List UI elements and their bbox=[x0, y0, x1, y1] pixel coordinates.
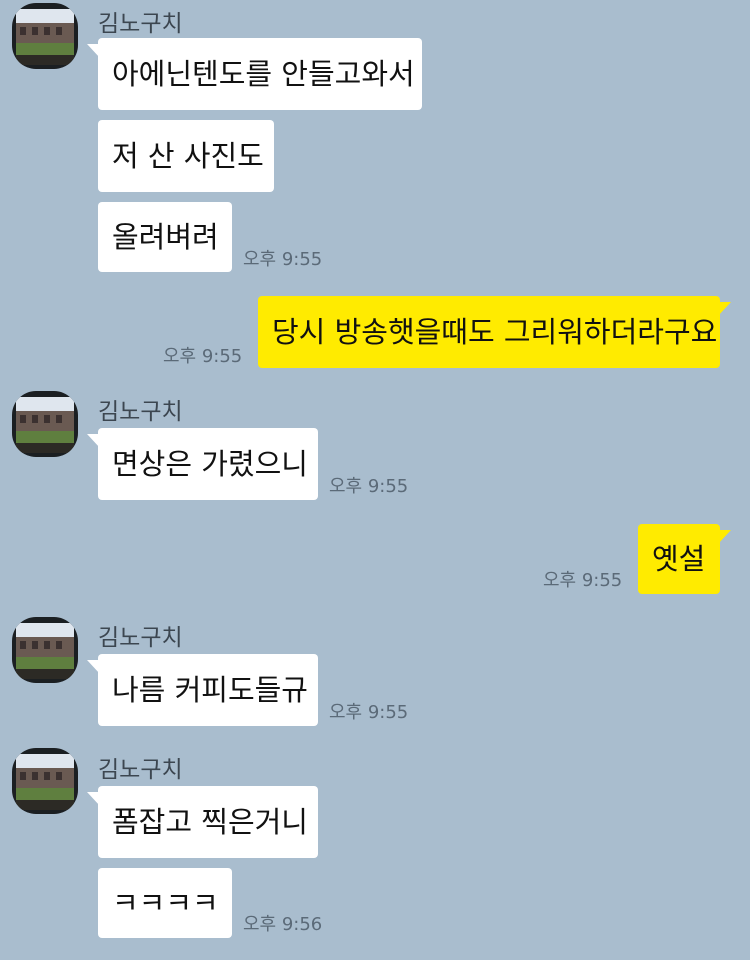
message-timestamp: 오후 9:55 bbox=[243, 249, 323, 270]
avatar[interactable] bbox=[12, 617, 78, 683]
message-timestamp: 오후 9:55 bbox=[163, 346, 243, 367]
profile-photo-icon bbox=[12, 748, 78, 814]
message-timestamp: 오후 9:55 bbox=[543, 570, 623, 591]
message-text: 당시 방송햇을때도 그리워하더라구요 bbox=[272, 314, 718, 349]
message-text: 나름 커피도들규 bbox=[112, 672, 308, 707]
message-text: ㅋㅋㅋㅋ bbox=[112, 885, 219, 920]
avatar[interactable] bbox=[12, 3, 78, 69]
avatar[interactable] bbox=[12, 391, 78, 457]
sender-name: 김노구치 bbox=[98, 11, 183, 37]
sender-name: 김노구치 bbox=[98, 625, 183, 651]
message-bubble[interactable]: ㅋㅋㅋㅋ bbox=[98, 868, 232, 938]
message-bubble[interactable]: 면상은 가렸으니 bbox=[87, 428, 318, 500]
message-bubble[interactable]: 올려벼려 bbox=[98, 202, 232, 272]
sender-name: 김노구치 bbox=[98, 399, 183, 425]
avatar[interactable] bbox=[12, 748, 78, 814]
profile-photo-icon bbox=[12, 617, 78, 683]
message-timestamp: 오후 9:55 bbox=[329, 702, 409, 723]
message-text: 아에닌텐도를 안들고와서 bbox=[112, 56, 415, 91]
message-bubble[interactable]: 나름 커피도들규 bbox=[87, 654, 318, 726]
profile-photo-icon bbox=[12, 3, 78, 69]
message-timestamp: 오후 9:55 bbox=[329, 476, 409, 497]
message-text: 폼잡고 찍은거니 bbox=[112, 804, 308, 839]
message-text: 옛설 bbox=[652, 541, 706, 576]
message-bubble[interactable]: 저 산 사진도 bbox=[98, 120, 274, 192]
profile-photo-icon bbox=[12, 391, 78, 457]
message-text: 저 산 사진도 bbox=[112, 138, 264, 173]
message-bubble[interactable]: 폼잡고 찍은거니 bbox=[87, 786, 318, 858]
message-text: 올려벼려 bbox=[112, 219, 219, 254]
message-timestamp: 오후 9:56 bbox=[243, 914, 323, 935]
my-message-bubble[interactable]: 당시 방송햇을때도 그리워하더라구요 bbox=[258, 296, 731, 368]
my-message-bubble[interactable]: 옛설 bbox=[638, 524, 731, 594]
message-bubble[interactable]: 아에닌텐도를 안들고와서 bbox=[87, 38, 422, 110]
sender-name: 김노구치 bbox=[98, 757, 183, 783]
message-text: 면상은 가렸으니 bbox=[112, 446, 308, 481]
